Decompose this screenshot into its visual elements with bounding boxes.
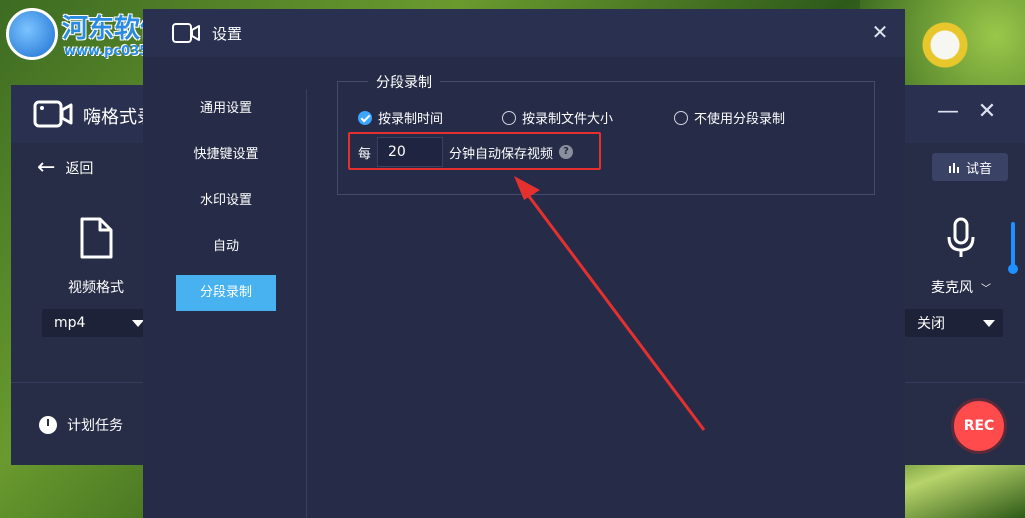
close-icon[interactable]: ✕ bbox=[972, 97, 1002, 127]
microphone-select[interactable]: 关闭 bbox=[905, 309, 1003, 337]
nav-item-auto[interactable]: 自动 bbox=[176, 229, 276, 265]
test-audio-button[interactable]: 试音 bbox=[932, 153, 1008, 181]
microphone-label: 麦克风 bbox=[931, 280, 973, 296]
video-format-select[interactable]: mp4 bbox=[42, 309, 152, 337]
microphone-value: 关闭 bbox=[917, 316, 945, 332]
back-label: 返回 bbox=[65, 160, 94, 177]
video-format-group: 视频格式 bbox=[41, 217, 151, 297]
radio-by-time[interactable]: 按录制时间 bbox=[358, 108, 443, 127]
back-arrow-icon: ← bbox=[37, 155, 56, 180]
radio-unchecked-icon bbox=[674, 110, 688, 125]
nav-item-watermark[interactable]: 水印设置 bbox=[176, 183, 276, 219]
settings-dialog: 设置 ✕ 通用设置 快捷键设置 水印设置 自动 分段录制 分段录制 按录制时间 … bbox=[143, 9, 905, 518]
clock-icon bbox=[39, 416, 57, 434]
radio-by-size-label: 按录制文件大小 bbox=[522, 112, 614, 127]
microphone-volume-slider[interactable] bbox=[1008, 222, 1018, 274]
radio-no-segment[interactable]: 不使用分段录制 bbox=[674, 108, 785, 127]
video-format-value: mp4 bbox=[54, 315, 86, 331]
video-format-label: 视频格式 bbox=[68, 280, 124, 296]
radio-by-time-label: 按录制时间 bbox=[378, 112, 444, 127]
minimize-icon[interactable]: — bbox=[933, 97, 963, 127]
camera-icon bbox=[172, 23, 200, 43]
nav-item-general[interactable]: 通用设置 bbox=[176, 91, 276, 127]
test-audio-label: 试音 bbox=[965, 161, 992, 177]
back-button[interactable]: ← 返回 bbox=[37, 155, 93, 180]
microphone-label-row[interactable]: 麦克风 ﹀ bbox=[931, 277, 991, 297]
microphone-icon bbox=[947, 217, 975, 257]
dialog-title: 设置 bbox=[212, 25, 243, 43]
camera-icon bbox=[33, 100, 73, 128]
document-icon bbox=[80, 217, 113, 259]
scheduled-task-button[interactable]: 计划任务 bbox=[39, 415, 123, 435]
radio-checked-icon bbox=[358, 110, 372, 125]
radio-by-size[interactable]: 按录制文件大小 bbox=[502, 108, 613, 127]
close-icon[interactable]: ✕ bbox=[867, 19, 893, 45]
chevron-down-icon: ﹀ bbox=[981, 283, 991, 295]
watermark-logo-icon bbox=[6, 8, 58, 60]
audio-bars-icon bbox=[948, 163, 959, 173]
nav-item-segment-recording[interactable]: 分段录制 bbox=[176, 275, 276, 311]
nav-item-shortcuts[interactable]: 快捷键设置 bbox=[176, 137, 276, 173]
slider-handle[interactable] bbox=[1008, 264, 1018, 274]
radio-no-segment-label: 不使用分段录制 bbox=[694, 112, 786, 127]
dialog-titlebar: 设置 ✕ bbox=[143, 9, 905, 57]
group-legend: 分段录制 bbox=[368, 72, 440, 92]
settings-nav: 通用设置 快捷键设置 水印设置 自动 分段录制 bbox=[143, 57, 306, 518]
nav-divider bbox=[306, 89, 307, 518]
chevron-down-icon bbox=[983, 320, 995, 327]
highlight-box bbox=[348, 132, 601, 170]
scheduled-task-label: 计划任务 bbox=[67, 418, 123, 434]
radio-unchecked-icon bbox=[502, 110, 516, 125]
record-button[interactable]: REC bbox=[951, 398, 1007, 454]
microphone-group: 麦克风 ﹀ bbox=[921, 217, 1001, 297]
